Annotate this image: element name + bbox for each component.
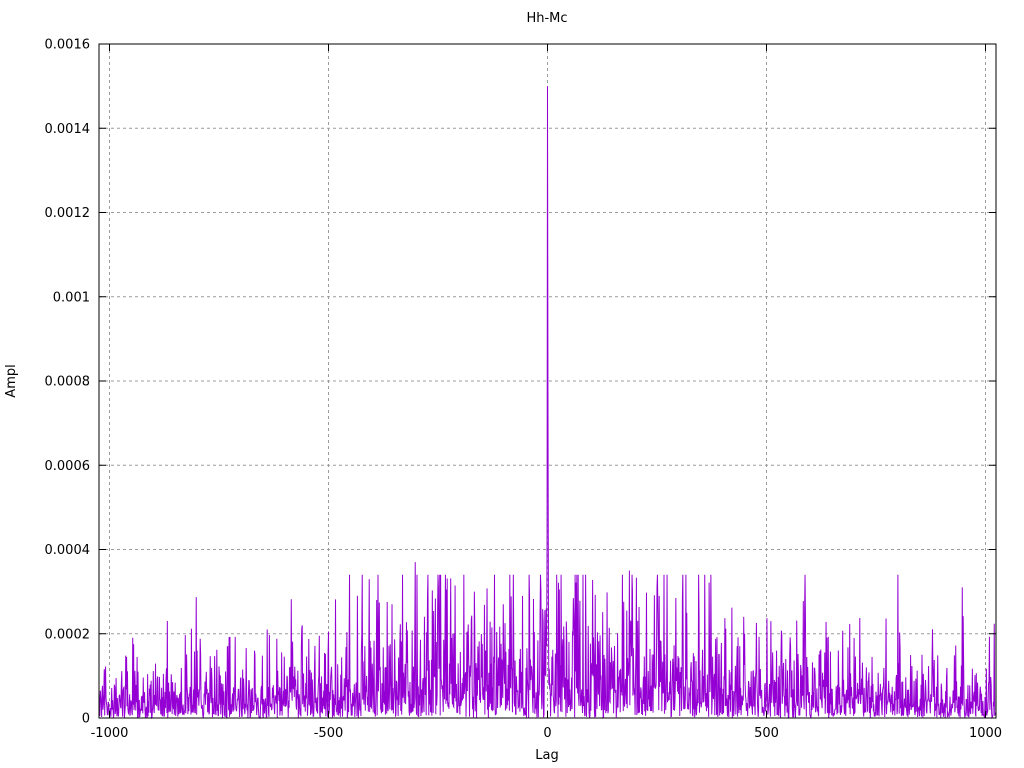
chart-title: Hh-Mc	[526, 11, 567, 26]
y-tick-label: 0.0014	[45, 122, 91, 137]
correlation-chart: -1000 -500 0 500 1000 0 0.0002 0.0004 0.0006 0.0…	[0, 0, 1024, 768]
y-tick-label: 0.001	[53, 290, 90, 305]
y-tick-label: 0.0004	[45, 543, 91, 558]
y-tick-label: 0.0008	[45, 375, 91, 390]
y-tick-label: 0.0006	[45, 459, 91, 474]
y-tick-label: 0	[82, 712, 90, 727]
chart-background	[0, 0, 1024, 768]
plot-window: -1000 -500 0 500 1000 0 0.0002 0.0004 0.0006 0.0…	[0, 0, 1024, 768]
y-axis-label: Ampl	[4, 364, 19, 397]
x-tick-label: -1000	[91, 726, 129, 741]
x-axis-label: Lag	[535, 748, 558, 763]
x-tick-label: -500	[314, 726, 344, 741]
y-tick-label: 0.0012	[45, 206, 91, 221]
x-tick-label: 1000	[969, 726, 1002, 741]
y-tick-label: 0.0002	[45, 627, 91, 642]
x-tick-label: 500	[754, 726, 779, 741]
y-tick-label: 0.0016	[45, 38, 91, 53]
x-tick-label: 0	[543, 726, 551, 741]
